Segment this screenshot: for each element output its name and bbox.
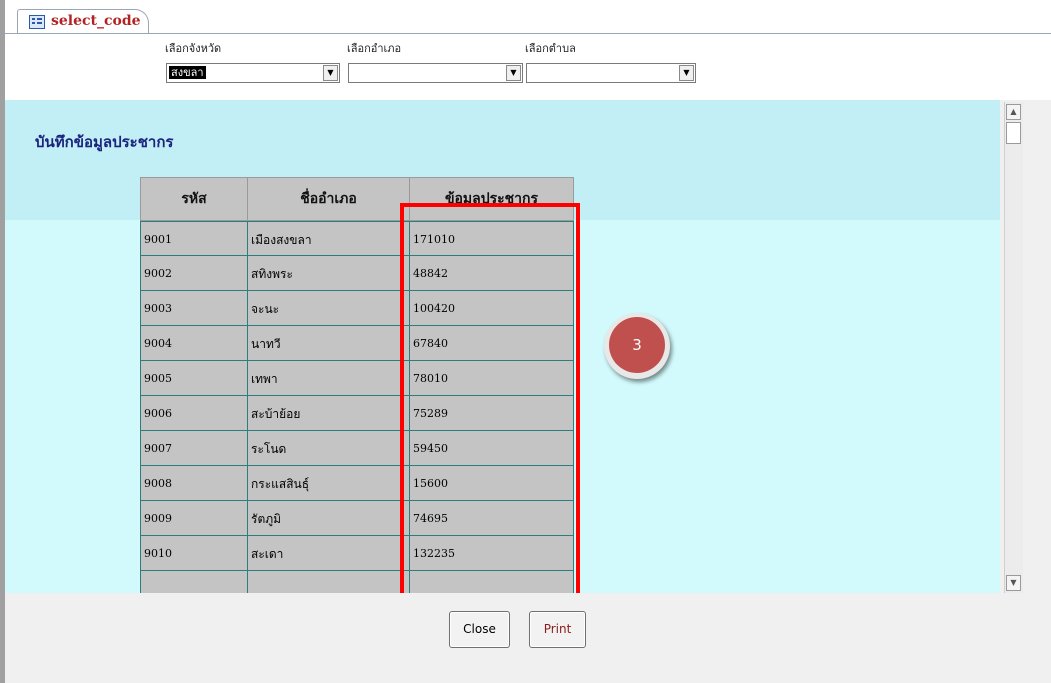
tab-label: select_code bbox=[51, 13, 141, 29]
cell-code[interactable]: 9005 bbox=[141, 361, 248, 395]
section-title: บันทึกข้อมูลประชากร bbox=[35, 133, 174, 151]
population-column-highlight bbox=[400, 203, 580, 597]
cell-code[interactable]: 9007 bbox=[141, 431, 248, 465]
column-header-district-name: ชื่ออำเภอ bbox=[248, 178, 410, 220]
province-label: เลือกจังหวัด bbox=[165, 42, 222, 55]
cell-code[interactable]: 9001 bbox=[141, 222, 248, 256]
form-icon bbox=[29, 15, 45, 29]
tab-select-code[interactable]: select_code bbox=[17, 9, 149, 35]
column-header-code: รหัส bbox=[141, 178, 248, 220]
step-number: 3 bbox=[609, 317, 665, 373]
cell-code[interactable]: 9010 bbox=[141, 536, 248, 570]
cell-district-name[interactable]: เทพา bbox=[248, 361, 410, 395]
chevron-down-icon[interactable]: ▼ bbox=[506, 65, 521, 81]
cell-district-name[interactable]: รัตภูมิ bbox=[248, 501, 410, 535]
cell-code[interactable] bbox=[141, 571, 248, 593]
close-button[interactable]: Close bbox=[449, 611, 510, 648]
cell-code[interactable]: 9009 bbox=[141, 501, 248, 535]
form-footer: Close Print bbox=[5, 593, 1051, 683]
document-tab-strip: select_code bbox=[5, 0, 1051, 35]
chevron-down-icon[interactable]: ▼ bbox=[323, 65, 338, 81]
province-value: สงขลา bbox=[169, 66, 206, 79]
cell-code[interactable]: 9006 bbox=[141, 396, 248, 430]
province-combobox[interactable]: สงขลา ▼ bbox=[166, 63, 340, 83]
subdistrict-combobox[interactable]: ▼ bbox=[526, 63, 696, 83]
cell-district-name[interactable]: จะนะ bbox=[248, 291, 410, 325]
scroll-down-icon[interactable]: ▼ bbox=[1006, 575, 1021, 591]
cell-district-name[interactable]: สะบ้าย้อย bbox=[248, 396, 410, 430]
cell-code[interactable]: 9002 bbox=[141, 256, 248, 290]
subdistrict-label: เลือกตำบล bbox=[525, 42, 576, 55]
cell-district-name[interactable]: นาทวี bbox=[248, 326, 410, 360]
cell-district-name[interactable]: กระแสสินธุ์ bbox=[248, 466, 410, 500]
print-button[interactable]: Print bbox=[529, 611, 586, 648]
cell-code[interactable]: 9003 bbox=[141, 291, 248, 325]
form-header: เลือกจังหวัด เลือกอำเภอ เลือกตำบล สงขลา … bbox=[5, 34, 1051, 100]
step-badge: 3 bbox=[604, 313, 670, 379]
chevron-down-icon[interactable]: ▼ bbox=[679, 65, 694, 81]
cell-district-name[interactable]: สทิงพระ bbox=[248, 256, 410, 290]
cell-code[interactable]: 9008 bbox=[141, 466, 248, 500]
cell-code[interactable]: 9004 bbox=[141, 326, 248, 360]
cell-district-name[interactable]: เมืองสงขลา bbox=[248, 222, 410, 256]
cell-district-name[interactable]: สะเดา bbox=[248, 536, 410, 570]
district-label: เลือกอำเภอ bbox=[347, 42, 402, 55]
cell-district-name[interactable]: ระโนด bbox=[248, 431, 410, 465]
scrollbar-thumb[interactable] bbox=[1006, 122, 1021, 144]
vertical-scrollbar[interactable]: ▲ ▼ bbox=[1004, 102, 1023, 593]
cell-district-name[interactable] bbox=[248, 571, 410, 593]
district-combobox[interactable]: ▼ bbox=[348, 63, 523, 83]
scroll-up-icon[interactable]: ▲ bbox=[1006, 104, 1021, 120]
